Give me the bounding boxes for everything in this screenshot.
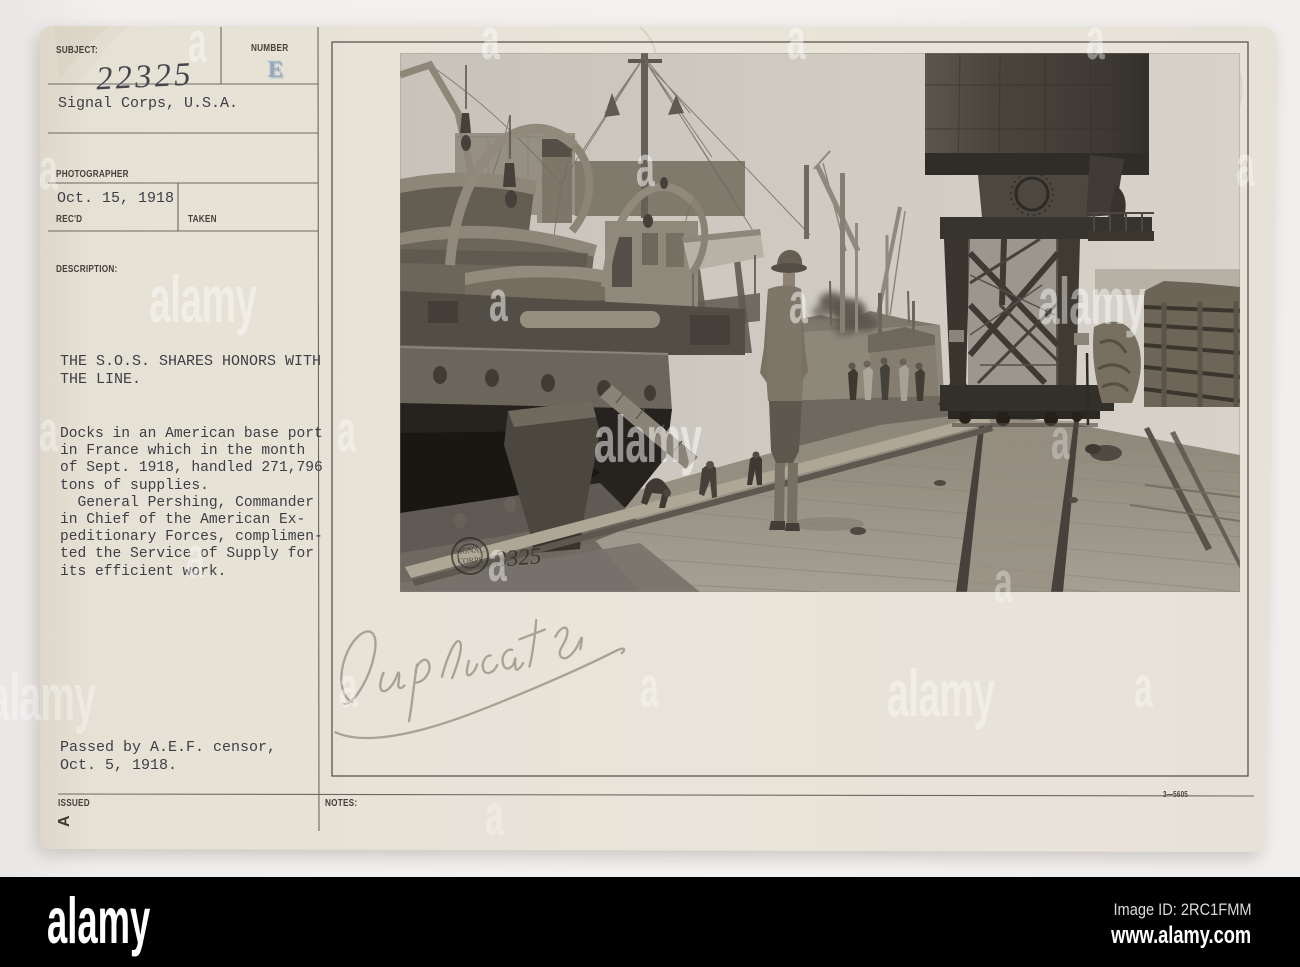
svg-text:CORPS: CORPS xyxy=(457,555,483,566)
